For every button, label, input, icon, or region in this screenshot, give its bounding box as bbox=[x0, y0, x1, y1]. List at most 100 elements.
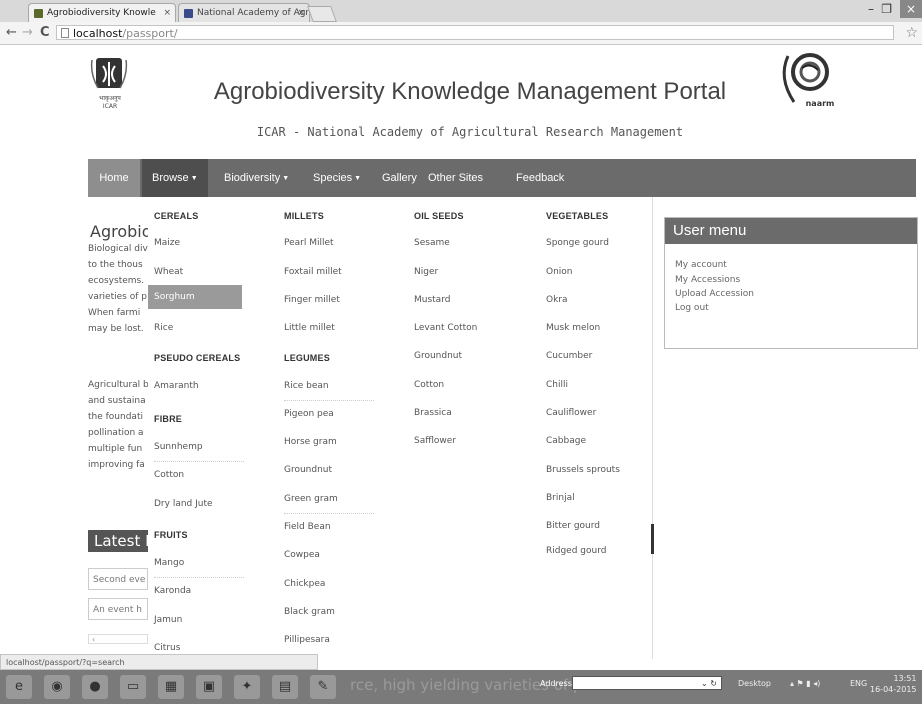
menu-heading-oil-seeds: OIL SEEDS bbox=[414, 211, 464, 221]
nav-browse[interactable]: Browse ▼ bbox=[142, 159, 208, 197]
nav-species[interactable]: Species ▼ bbox=[313, 159, 361, 197]
address-bar: ← → C localhost/passport/ ☆ bbox=[0, 22, 922, 45]
menu-item-mustard[interactable]: Mustard bbox=[414, 295, 450, 305]
link-my-accessions[interactable]: My Accessions bbox=[675, 275, 740, 285]
menu-item-sponge-gourd[interactable]: Sponge gourd bbox=[546, 238, 609, 248]
menu-item-pearl-millet[interactable]: Pearl Millet bbox=[284, 238, 334, 248]
menu-item-chickpea[interactable]: Chickpea bbox=[284, 579, 325, 589]
tab-agrobiodiversity[interactable]: Agrobiodiversity Knowle × bbox=[28, 3, 176, 22]
event-item[interactable]: An event h bbox=[88, 598, 148, 620]
excel-icon[interactable]: ▦ bbox=[158, 675, 184, 699]
menu-item-green-gram[interactable]: Green gram bbox=[284, 494, 338, 504]
menu-item-sunnhemp[interactable]: Sunnhemp bbox=[154, 442, 203, 452]
menu-item-jamun[interactable]: Jamun bbox=[154, 615, 182, 625]
menu-item-karonda[interactable]: Karonda bbox=[154, 586, 191, 596]
link-my-account[interactable]: My account bbox=[675, 260, 727, 270]
tab-naarm[interactable]: National Academy of Agr × bbox=[178, 3, 310, 22]
menu-item-cauliflower[interactable]: Cauliflower bbox=[546, 408, 596, 418]
media-icon[interactable]: ▤ bbox=[272, 675, 298, 699]
menu-item-okra[interactable]: Okra bbox=[546, 295, 568, 305]
menu-item-field-bean[interactable]: Field Bean bbox=[284, 522, 331, 532]
menu-item-ridged-gourd[interactable]: Ridged gourd bbox=[546, 546, 606, 556]
menu-item-finger-millet[interactable]: Finger millet bbox=[284, 295, 340, 305]
chrome-browser-icon[interactable]: ◉ bbox=[44, 675, 70, 699]
minimize-icon[interactable]: – bbox=[868, 2, 874, 16]
taskbar-desktop-label[interactable]: Desktop bbox=[738, 679, 771, 688]
menu-item-brussels-sprouts[interactable]: Brussels sprouts bbox=[546, 465, 620, 475]
app-icon[interactable]: ✦ bbox=[234, 675, 260, 699]
link-upload-accession[interactable]: Upload Accession bbox=[675, 289, 754, 299]
menu-item-sorghum[interactable]: Sorghum bbox=[148, 285, 242, 309]
menu-item-cotton[interactable]: Cotton bbox=[154, 470, 184, 480]
menu-item-citrus[interactable]: Citrus bbox=[154, 643, 180, 653]
input-language[interactable]: ENG bbox=[850, 679, 867, 688]
forward-icon[interactable]: → bbox=[22, 25, 33, 40]
taskbar-address-input[interactable]: ⌄ ↻ bbox=[572, 676, 722, 690]
menu-item-wheat[interactable]: Wheat bbox=[154, 267, 183, 277]
event-item[interactable]: Second eve bbox=[88, 568, 148, 590]
menu-item-horse-gram[interactable]: Horse gram bbox=[284, 437, 337, 447]
nav-feedback[interactable]: Feedback bbox=[516, 159, 564, 197]
bookmark-star-icon[interactable]: ☆ bbox=[905, 25, 918, 41]
menu-item-sesame[interactable]: Sesame bbox=[414, 238, 450, 248]
menu-item-cabbage[interactable]: Cabbage bbox=[546, 436, 586, 446]
menu-item-black-gram[interactable]: Black gram bbox=[284, 607, 335, 617]
nav-gallery[interactable]: Gallery bbox=[382, 159, 417, 197]
menu-item-bitter-gourd[interactable]: Bitter gourd bbox=[546, 521, 600, 531]
menu-item-cowpea[interactable]: Cowpea bbox=[284, 550, 320, 560]
nav-other-sites[interactable]: Other Sites bbox=[428, 159, 483, 197]
menu-item-cotton-oil[interactable]: Cotton bbox=[414, 380, 444, 390]
menu-item-rice-bean[interactable]: Rice bean bbox=[284, 381, 329, 391]
browser-tab-strip: Agrobiodiversity Knowle × National Acade… bbox=[0, 0, 922, 22]
firefox-browser-icon[interactable]: ● bbox=[82, 675, 108, 699]
close-window-icon[interactable]: × bbox=[900, 0, 922, 18]
url-input[interactable]: localhost/passport/ bbox=[56, 25, 894, 40]
browser-status-bar: localhost/passport/?q=search bbox=[0, 654, 318, 670]
menu-item-pigeon-pea[interactable]: Pigeon pea bbox=[284, 409, 334, 419]
nav-biodiversity[interactable]: Biodiversity ▼ bbox=[224, 159, 289, 197]
menu-item-musk-melon[interactable]: Musk melon bbox=[546, 323, 600, 333]
menu-item-pillipesara[interactable]: Pillipesara bbox=[284, 635, 330, 645]
menu-heading-millets: MILLETS bbox=[284, 211, 324, 221]
menu-heading-vegetables: VEGETABLES bbox=[546, 211, 609, 221]
menu-item-maize[interactable]: Maize bbox=[154, 238, 180, 248]
menu-item-safflower[interactable]: Safflower bbox=[414, 436, 456, 446]
back-icon[interactable]: ← bbox=[6, 25, 17, 40]
menu-item-amaranth[interactable]: Amaranth bbox=[154, 381, 199, 391]
maximize-icon[interactable]: ❐ bbox=[881, 2, 892, 16]
tab-close-icon[interactable]: × bbox=[297, 4, 305, 22]
new-tab-button[interactable] bbox=[307, 6, 337, 22]
powerpoint-icon[interactable]: ▣ bbox=[196, 675, 222, 699]
menu-item-dry-land-jute[interactable]: Dry land Jute bbox=[154, 499, 213, 509]
menu-item-brassica[interactable]: Brassica bbox=[414, 408, 452, 418]
tab-title: Agrobiodiversity Knowle bbox=[47, 8, 156, 18]
naarm-logo: naarm bbox=[782, 53, 834, 108]
file-explorer-icon[interactable]: ▭ bbox=[120, 675, 146, 699]
menu-item-groundnut-oil[interactable]: Groundnut bbox=[414, 351, 462, 361]
menu-item-little-millet[interactable]: Little millet bbox=[284, 323, 335, 333]
link-log-out[interactable]: Log out bbox=[675, 303, 709, 313]
reload-icon[interactable]: C bbox=[40, 25, 50, 40]
menu-item-niger[interactable]: Niger bbox=[414, 267, 438, 277]
menu-item-levant-cotton[interactable]: Levant Cotton bbox=[414, 323, 477, 333]
menu-item-mango[interactable]: Mango bbox=[154, 558, 184, 568]
paragraph-line: multiple fun bbox=[88, 444, 143, 454]
menu-item-brinjal[interactable]: Brinjal bbox=[546, 493, 575, 503]
menu-item-groundnut[interactable]: Groundnut bbox=[284, 465, 332, 475]
paint-icon[interactable]: ✎ bbox=[310, 675, 336, 699]
tab-close-icon[interactable]: × bbox=[163, 4, 171, 22]
menu-item-foxtail-millet[interactable]: Foxtail millet bbox=[284, 267, 342, 277]
tray-icons[interactable]: ▴ ⚑ ▮ ◂) bbox=[790, 679, 820, 688]
events-prev-icon[interactable]: ‹ bbox=[88, 634, 148, 644]
menu-item-cucumber[interactable]: Cucumber bbox=[546, 351, 592, 361]
menu-separator bbox=[154, 577, 244, 578]
menu-item-onion[interactable]: Onion bbox=[546, 267, 573, 277]
menu-item-chilli[interactable]: Chilli bbox=[546, 380, 568, 390]
ie-browser-icon[interactable]: e bbox=[6, 675, 32, 699]
chevron-down-icon: ▼ bbox=[282, 175, 290, 182]
nav-home[interactable]: Home bbox=[88, 159, 140, 197]
taskbar-clock[interactable]: 13:51 16-04-2015 bbox=[870, 673, 917, 695]
menu-heading-fruits: FRUITS bbox=[154, 530, 188, 540]
user-menu-block: User menu My account My Accessions Uploa… bbox=[664, 217, 918, 349]
menu-item-rice[interactable]: Rice bbox=[154, 323, 173, 333]
